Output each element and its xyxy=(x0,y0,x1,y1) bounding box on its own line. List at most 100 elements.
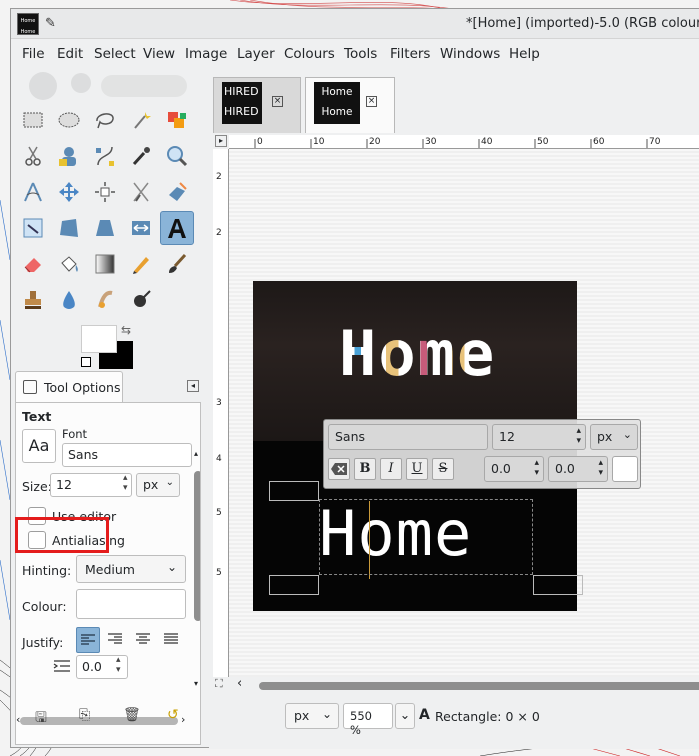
close-icon[interactable]: × xyxy=(272,96,283,107)
text-handle[interactable] xyxy=(269,575,319,595)
toolbar-unit-select[interactable]: px ⌄ xyxy=(590,424,638,450)
indent-spinner-icon[interactable]: ▴ ▾ xyxy=(116,655,121,675)
image-menu-icon[interactable]: ▸ xyxy=(215,135,227,147)
toolbar-font-field[interactable]: Sans xyxy=(328,424,488,450)
size-spinner-icon[interactable]: ▴ ▾ xyxy=(123,473,128,493)
toolbar-size-field[interactable]: 12 ▴ ▾ xyxy=(492,424,586,450)
pencil-icon[interactable] xyxy=(124,247,158,281)
crop-icon[interactable] xyxy=(124,175,158,209)
text-handle[interactable] xyxy=(533,575,583,595)
swap-colors-icon[interactable]: ⇆ xyxy=(121,323,131,337)
color-picker-icon[interactable] xyxy=(124,139,158,173)
delete-preset-icon[interactable]: 🗑 xyxy=(123,707,141,723)
dodge-burn-icon[interactable] xyxy=(124,283,158,317)
zoom-dropdown[interactable]: ⌄ xyxy=(395,703,415,729)
shear-icon[interactable] xyxy=(88,211,122,245)
zoom-icon[interactable] xyxy=(160,139,194,173)
underline-button[interactable]: U xyxy=(406,458,428,480)
menu-view[interactable]: View xyxy=(143,46,175,62)
menu-file[interactable]: File xyxy=(22,46,45,62)
justify-left-button[interactable] xyxy=(76,627,100,653)
rect-select-icon[interactable] xyxy=(16,103,50,137)
move-icon[interactable] xyxy=(52,175,86,209)
highlight-box xyxy=(15,517,109,553)
kerning-field[interactable]: 0.0 ▴ ▾ xyxy=(548,456,608,482)
navigate-icon[interactable]: ⛶ xyxy=(215,677,223,691)
ellipse-select-icon[interactable] xyxy=(52,103,86,137)
zoom-field[interactable]: 550 % xyxy=(343,703,393,737)
close-icon[interactable]: × xyxy=(366,96,377,107)
tab-menu-icon[interactable]: ◂ xyxy=(187,380,199,392)
scrollbar-thumb[interactable] xyxy=(259,682,699,690)
scrollbar-thumb[interactable] xyxy=(194,471,200,621)
hinting-select[interactable]: Medium ⌄ xyxy=(76,555,186,583)
eraser-icon[interactable] xyxy=(16,247,50,281)
baseline-field[interactable]: 0.0 ▴ ▾ xyxy=(484,456,544,482)
scroll-left-icon[interactable]: ‹ xyxy=(237,676,242,691)
kerning-spinner-icon[interactable]: ▴ ▾ xyxy=(598,458,603,478)
italic-button[interactable]: I xyxy=(380,458,402,480)
menu-layer[interactable]: Layer xyxy=(237,46,275,62)
image-tab-home[interactable]: Home Home × xyxy=(305,77,395,133)
pin-icon[interactable]: ✎ xyxy=(45,16,56,31)
fuzzy-select-icon[interactable] xyxy=(124,103,158,137)
justify-center-button[interactable] xyxy=(132,627,156,653)
scroll-up-icon[interactable]: ▴ xyxy=(194,449,198,458)
gradient-icon[interactable] xyxy=(88,247,122,281)
canvas-area[interactable]: Home Home Sans 12 ▴ ▾ px ⌄ B I U S 0.0 ▴ ▾ 0.… xyxy=(229,149,699,677)
smudge-icon[interactable] xyxy=(88,283,122,317)
image-tab-hired[interactable]: HIRED HIRED × xyxy=(213,77,301,133)
scroll-right-icon[interactable]: › xyxy=(181,713,185,726)
strikethrough-button[interactable]: S xyxy=(432,458,454,480)
menu-windows[interactable]: Windows xyxy=(440,46,500,62)
scroll-down-icon[interactable]: ▾ xyxy=(194,679,198,688)
tab-tool-options[interactable]: Tool Options xyxy=(15,371,123,403)
default-colors-icon[interactable] xyxy=(81,357,91,367)
unified-transform-icon[interactable] xyxy=(160,175,194,209)
clear-style-icon[interactable] xyxy=(328,458,350,480)
clone-icon[interactable] xyxy=(16,283,50,317)
scissors-select-icon[interactable] xyxy=(16,139,50,173)
menu-colours[interactable]: Colours xyxy=(284,46,335,62)
options-scrollbar[interactable]: ▴ ▾ xyxy=(194,449,200,689)
alignment-icon[interactable] xyxy=(88,175,122,209)
size-field[interactable]: 12 xyxy=(50,473,132,497)
justify-right-button[interactable] xyxy=(104,627,128,653)
foreground-select-icon[interactable] xyxy=(52,139,86,173)
text-color-button[interactable] xyxy=(612,456,638,482)
app-icon[interactable]: Home Home xyxy=(17,13,39,35)
reset-options-icon[interactable]: ↺ xyxy=(167,707,179,723)
free-select-icon[interactable] xyxy=(88,103,122,137)
select-by-color-icon[interactable] xyxy=(160,103,194,137)
text-tool-icon[interactable] xyxy=(160,211,194,245)
font-field[interactable]: Sans xyxy=(62,443,192,467)
bold-button[interactable]: B xyxy=(354,458,376,480)
menu-tools[interactable]: Tools xyxy=(344,46,377,62)
paths-icon[interactable] xyxy=(88,139,122,173)
justify-fill-button[interactable] xyxy=(160,627,184,653)
measure-icon[interactable] xyxy=(16,175,50,209)
menu-filters[interactable]: Filters xyxy=(390,46,430,62)
menu-edit[interactable]: Edit xyxy=(57,46,83,62)
size-spinner-icon[interactable]: ▴ ▾ xyxy=(576,426,581,446)
size-unit-select[interactable]: px ⌄ xyxy=(136,473,180,497)
menu-image[interactable]: Image xyxy=(185,46,227,62)
save-preset-icon[interactable]: 🖫 xyxy=(35,707,47,731)
rotate-icon[interactable] xyxy=(16,211,50,245)
canvas-hscrollbar[interactable]: ⛶ ‹ xyxy=(213,676,699,693)
perspective-icon[interactable] xyxy=(52,211,86,245)
baseline-spinner-icon[interactable]: ▴ ▾ xyxy=(534,458,539,478)
bucket-fill-icon[interactable] xyxy=(52,247,86,281)
menu-select[interactable]: Select xyxy=(94,46,136,62)
text-handle[interactable] xyxy=(269,481,319,501)
paintbrush-icon[interactable] xyxy=(160,247,194,281)
font-preview-button[interactable]: Aa xyxy=(22,429,56,463)
foreground-color[interactable] xyxy=(81,325,117,353)
flip-icon[interactable] xyxy=(124,211,158,245)
unit-select[interactable]: px ⌄ xyxy=(285,703,339,729)
ink-icon[interactable] xyxy=(52,283,86,317)
colour-button[interactable] xyxy=(76,589,186,619)
fg-bg-colors[interactable]: ⇆ xyxy=(81,323,135,371)
restore-preset-icon[interactable]: ⎘ xyxy=(79,707,90,723)
menu-help[interactable]: Help xyxy=(509,46,540,62)
